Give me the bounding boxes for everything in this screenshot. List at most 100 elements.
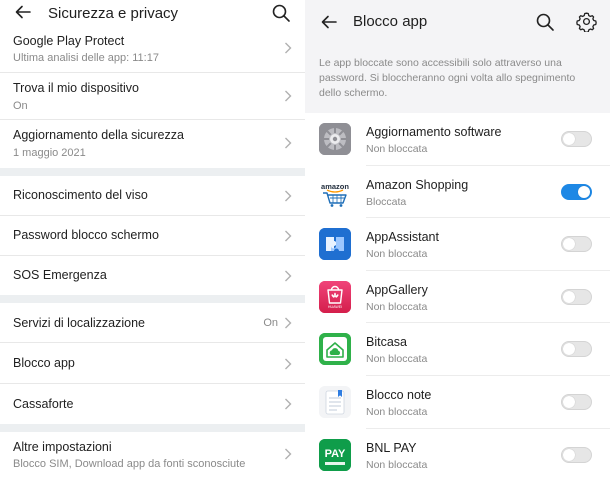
settings-item-security-update[interactable]: Aggiornamento della sicurezza 1 maggio 2… [0, 120, 305, 168]
security-privacy-screen: Sicurezza e privacy Google Play Protect … [0, 0, 305, 489]
notepad-icon [319, 385, 351, 418]
item-title: Trova il mio dispositivo [13, 81, 139, 95]
app-name: Blocco note [366, 387, 432, 402]
item-subtitle: 1 maggio 2021 [13, 147, 86, 159]
item-title: Riconoscimento del viso [13, 188, 148, 202]
search-icon[interactable] [271, 3, 291, 23]
settings-group-2: Riconoscimento del viso Password blocco … [0, 176, 305, 295]
toggle-knob [563, 133, 575, 145]
app-lock-status: Non bloccata [366, 300, 428, 313]
settings-item-google-play-protect[interactable]: Google Play Protect Ultima analisi delle… [0, 28, 305, 73]
app-item-appgallery: HUAWEI AppGallery Non bloccata [305, 271, 610, 324]
page-title: Blocco app [353, 13, 428, 30]
item-title: Blocco app [13, 356, 75, 370]
group-separator [0, 424, 305, 432]
amazon-logo-text: amazon [321, 182, 349, 191]
item-subtitle: Blocco SIM, Download app da fonti sconos… [13, 458, 246, 470]
chevron-right-icon [285, 230, 292, 242]
page-title: Sicurezza e privacy [48, 5, 179, 22]
app-item-bitcasa: Bitcasa Non bloccata [305, 323, 610, 376]
amazon-icon: amazon [319, 175, 351, 208]
gear-icon[interactable] [576, 11, 597, 32]
lock-toggle[interactable] [561, 236, 592, 253]
group-separator [0, 295, 305, 303]
lock-toggle[interactable] [561, 183, 592, 200]
app-lock-status: Non bloccata [366, 458, 428, 471]
chevron-right-icon [285, 448, 292, 460]
app-name: AppGallery [366, 282, 428, 297]
settings-item-location-services[interactable]: Servizi di localizzazione On [0, 303, 305, 343]
settings-item-find-my-device[interactable]: Trova il mio dispositivo On [0, 73, 305, 120]
huawei-logo-text: HUAWEI [328, 305, 342, 309]
item-title: Google Play Protect [13, 34, 125, 48]
settings-item-lock-screen-password[interactable]: Password blocco schermo [0, 216, 305, 256]
item-title: SOS Emergenza [13, 268, 107, 282]
settings-item-app-lock[interactable]: Blocco app [0, 343, 305, 384]
chevron-right-icon [285, 137, 292, 149]
app-lock-header: Blocco app [305, 0, 610, 44]
app-item-bnl-pay: PAY BNL PAY Non bloccata [305, 429, 610, 482]
app-lock-status: Non bloccata [366, 353, 428, 366]
chevron-right-icon [285, 317, 292, 329]
chevron-right-icon [285, 90, 292, 102]
bitcasa-icon [319, 333, 351, 366]
item-subtitle: Ultima analisi delle app: 11:17 [13, 52, 159, 64]
app-item-notepad: Blocco note Non bloccata [305, 376, 610, 429]
app-name: Amazon Shopping [366, 177, 469, 192]
item-title: Aggiornamento della sicurezza [13, 128, 184, 142]
item-title: Password blocco schermo [13, 228, 159, 242]
settings-item-other-settings[interactable]: Altre impostazioni Blocco SIM, Download … [0, 432, 305, 477]
search-icon[interactable] [535, 12, 555, 32]
toggle-knob [563, 395, 575, 408]
app-name: Bitcasa [366, 335, 407, 350]
settings-item-safe[interactable]: Cassaforte [0, 384, 305, 424]
composite-screenshot: Sicurezza e privacy Google Play Protect … [0, 0, 610, 489]
lock-toggle[interactable] [561, 288, 592, 305]
lock-toggle[interactable] [561, 393, 592, 410]
item-title: Servizi di localizzazione [13, 316, 146, 330]
settings-group-4: Altre impostazioni Blocco SIM, Download … [0, 432, 305, 489]
app-lock-status: Bloccata [366, 195, 407, 208]
app-lock-status: Non bloccata [366, 248, 428, 261]
toggle-knob [563, 448, 575, 461]
app-lock-status: Non bloccata [366, 405, 428, 418]
chevron-right-icon [285, 358, 292, 370]
item-subtitle: On [13, 100, 28, 112]
item-value: On [263, 317, 278, 329]
appgallery-icon: HUAWEI [319, 280, 351, 313]
toggle-knob [563, 343, 575, 356]
group-separator [0, 168, 305, 176]
back-arrow-icon[interactable] [320, 13, 338, 31]
lock-toggle[interactable] [561, 131, 592, 147]
lock-toggle[interactable] [561, 341, 592, 358]
app-lock-status: Non bloccata [366, 143, 428, 155]
lock-toggle[interactable] [561, 446, 592, 463]
app-item-amazon-shopping: amazon Amazon Shopping Bloccata [305, 166, 610, 219]
app-name: BNL PAY [366, 440, 417, 455]
settings-item-face-recognition[interactable]: Riconoscimento del viso [0, 176, 305, 216]
settings-item-sos-emergency[interactable]: SOS Emergenza [0, 256, 305, 295]
chevron-right-icon [285, 190, 292, 202]
toggle-knob [563, 290, 575, 303]
app-list: Aggiornamento software Non bloccata amaz… [305, 113, 610, 489]
security-header: Sicurezza e privacy [0, 0, 305, 28]
app-name: AppAssistant [366, 230, 439, 245]
back-arrow-icon[interactable] [14, 3, 32, 21]
system-update-icon [319, 123, 351, 155]
toggle-knob [578, 185, 590, 198]
app-item-appassistant: AppAssistant Non bloccata [305, 218, 610, 271]
chevron-right-icon [285, 270, 292, 282]
app-assistant-icon [319, 228, 351, 261]
bnl-pay-icon: PAY [319, 438, 351, 471]
chevron-right-icon [285, 42, 292, 54]
app-lock-screen: Blocco app Le app bloccate sono accessib… [305, 0, 610, 489]
toggle-knob [563, 238, 575, 251]
item-title: Cassaforte [13, 397, 74, 411]
chevron-right-icon [285, 398, 292, 410]
app-name: Aggiornamento software [366, 125, 502, 139]
app-lock-description: Le app bloccate sono accessibili solo at… [319, 57, 576, 99]
settings-group-3: Servizi di localizzazione On Blocco app … [0, 303, 305, 424]
item-title: Altre impostazioni [13, 440, 112, 454]
bnl-logo-text: PAY [325, 448, 346, 460]
app-item-software-update: Aggiornamento software Non bloccata [305, 113, 610, 166]
